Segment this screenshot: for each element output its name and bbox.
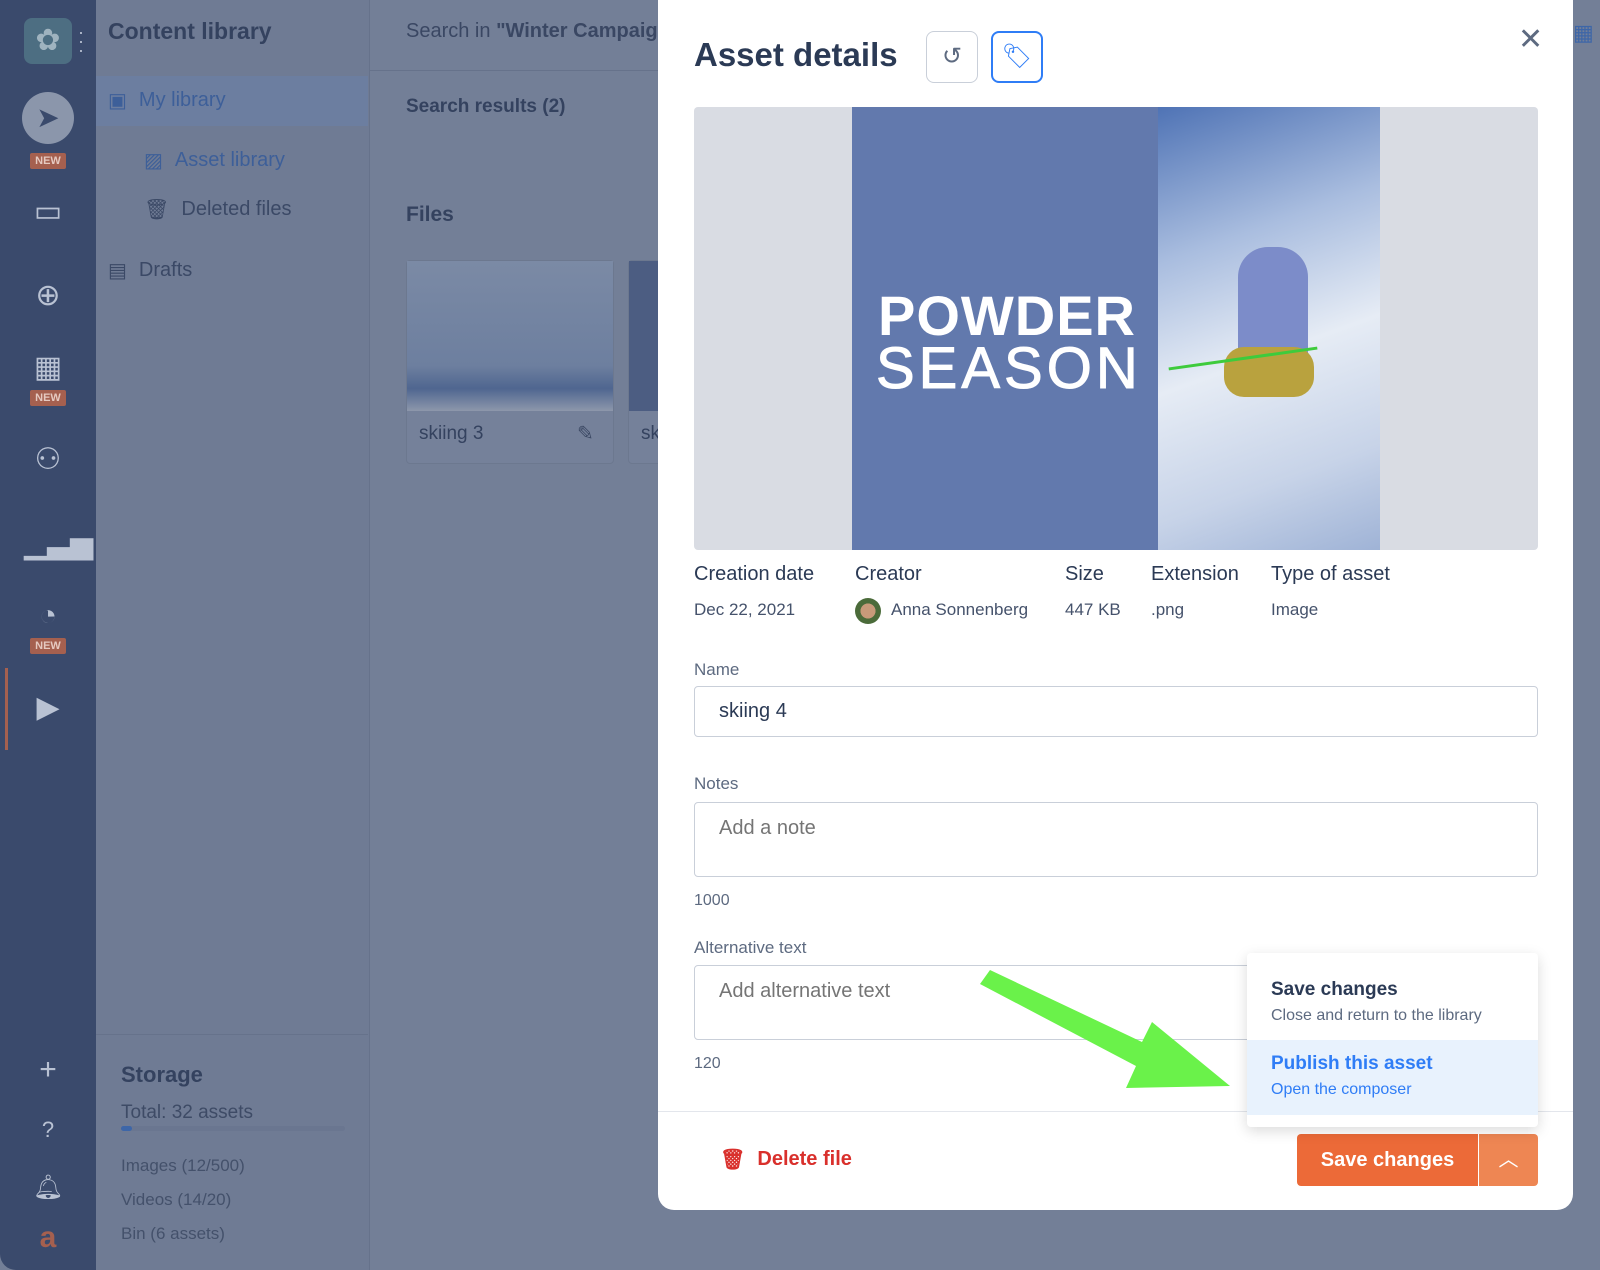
menu-item-title: Save changes xyxy=(1271,979,1398,1000)
gauge-icon[interactable]: ◔ xyxy=(24,596,72,636)
modal-title: Asset details xyxy=(694,36,898,73)
file-thumbnail xyxy=(407,261,613,411)
logo-icon[interactable]: ✿ xyxy=(24,18,72,64)
team-icon[interactable]: ⚇ xyxy=(24,440,72,480)
bell-icon[interactable]: 🔔︎ xyxy=(24,1168,72,1208)
alt-text-label: Alternative text xyxy=(694,938,807,957)
storage-images: Images (12/500) xyxy=(121,1156,245,1175)
inbox-icon[interactable]: ▭ xyxy=(24,192,72,232)
meta-label: Type of asset xyxy=(1271,563,1390,585)
menu-item-title: Publish this asset xyxy=(1271,1053,1433,1074)
asset-preview: POWDER SEASON xyxy=(694,107,1538,550)
new-badge: NEW xyxy=(30,390,66,406)
annotation-arrow xyxy=(980,970,1230,1088)
creator-avatar xyxy=(855,598,881,624)
files-title: Files xyxy=(406,203,454,226)
edit-pencil-icon[interactable]: ✎ xyxy=(577,421,594,446)
notes-input[interactable] xyxy=(694,802,1538,877)
delete-file-button[interactable]: 🗑︎ Delete file xyxy=(720,1147,852,1172)
new-badge: NEW xyxy=(30,153,66,169)
sidebar-item-drafts[interactable]: ▤ Drafts xyxy=(108,258,192,283)
main-content: Search in "Winter Campaig Search results… xyxy=(370,0,688,1270)
poster-subtitle: SEASON xyxy=(876,336,1142,402)
tag-button[interactable]: 🏷︎ xyxy=(991,31,1043,83)
add-icon[interactable]: + xyxy=(24,1050,72,1090)
save-changes-button[interactable]: Save changes xyxy=(1297,1134,1478,1186)
grid-icon[interactable]: ▦ xyxy=(1573,20,1594,46)
new-badge: NEW xyxy=(30,638,66,654)
storage-videos: Videos (14/20) xyxy=(121,1190,232,1209)
analytics-icon[interactable]: ▁▃▅ xyxy=(24,524,93,564)
sidebar-title: Content library xyxy=(108,18,272,44)
sidebar-item-my-library[interactable]: ▣ My library xyxy=(108,88,226,113)
save-options-toggle[interactable]: ︿ xyxy=(1479,1134,1538,1186)
media-folder-icon: ▣ xyxy=(108,90,127,112)
meta-value: Image xyxy=(1271,600,1319,619)
name-input[interactable] xyxy=(694,686,1538,737)
sidebar-item-deleted-files[interactable]: 🗑︎ Deleted files xyxy=(144,197,291,222)
help-icon[interactable]: ? xyxy=(24,1110,72,1150)
more-icon[interactable]: · · · xyxy=(78,23,84,59)
file-card[interactable]: skiing 3 ✎ xyxy=(406,260,614,464)
storage-bin: Bin (6 assets) xyxy=(121,1224,225,1243)
close-icon[interactable]: ✕ xyxy=(1518,22,1543,57)
history-button[interactable]: ↺ xyxy=(926,31,978,83)
menu-item-subtitle: Open the composer xyxy=(1271,1081,1412,1098)
file-name: skiing 3 xyxy=(419,423,484,444)
meta-value: Anna Sonnenberg xyxy=(891,600,1029,619)
save-options-menu: Save changes Close and return to the lib… xyxy=(1247,953,1538,1127)
calendar-icon[interactable]: ▦ xyxy=(24,348,72,388)
media-library-icon[interactable]: ▶ xyxy=(24,688,72,728)
alt-text-char-count: 120 xyxy=(694,1055,721,1072)
storage-total: Total: 32 assets xyxy=(121,1102,254,1123)
name-label: Name xyxy=(694,660,740,679)
asset-details-modal: Asset details ↺ 🏷︎ ✕ POWDER SEASON Creat… xyxy=(658,0,1573,1210)
image-icon: ▨ xyxy=(144,150,163,172)
nav-rail: ✿ · · · ➤ NEW ▭ ⊕ ▦ NEW ⚇ ▁▃▅ ◔ NEW ▶ + ? … xyxy=(0,0,96,1270)
notes-label: Notes xyxy=(694,774,739,793)
skier-photo xyxy=(1158,107,1380,550)
storage-progress xyxy=(121,1126,345,1131)
publish-icon[interactable]: ➤ xyxy=(22,92,74,144)
active-indicator xyxy=(5,668,8,750)
menu-item-publish-asset[interactable]: Publish this asset Open the composer xyxy=(1247,1040,1538,1115)
menu-item-save-changes[interactable]: Save changes Close and return to the lib… xyxy=(1247,953,1538,1040)
menu-item-subtitle: Close and return to the library xyxy=(1271,1007,1482,1024)
meta-value: Dec 22, 2021 xyxy=(694,600,796,619)
account-avatar[interactable]: a xyxy=(24,1218,72,1258)
meta-label: Extension xyxy=(1151,563,1239,585)
meta-label: Creator xyxy=(855,563,922,585)
sidebar-item-asset-library[interactable]: ▨ Asset library xyxy=(144,148,285,173)
meta-label: Size xyxy=(1065,563,1104,585)
notes-char-count: 1000 xyxy=(694,892,730,909)
poster-panel: POWDER SEASON xyxy=(852,107,1158,550)
notepad-icon: ▤ xyxy=(108,260,127,282)
search-header: Search in "Winter Campaig xyxy=(406,20,658,42)
chevron-up-icon: ︿ xyxy=(1498,1149,1519,1171)
globe-search-icon[interactable]: ⊕ xyxy=(24,276,72,316)
storage-title: Storage xyxy=(121,1062,203,1087)
trash-icon: 🗑︎ xyxy=(720,1149,746,1171)
meta-value: 447 KB xyxy=(1065,600,1121,619)
sidebar: Content library ▣ My library ▨ Asset libra… xyxy=(96,0,370,1270)
meta-value: .png xyxy=(1151,600,1185,619)
meta-label: Creation date xyxy=(694,563,815,585)
search-results-title: Search results (2) xyxy=(406,96,566,117)
history-icon: ↺ xyxy=(941,43,963,70)
tag-icon: 🏷︎ xyxy=(1001,43,1033,70)
trash-icon: 🗑︎ xyxy=(144,199,170,221)
